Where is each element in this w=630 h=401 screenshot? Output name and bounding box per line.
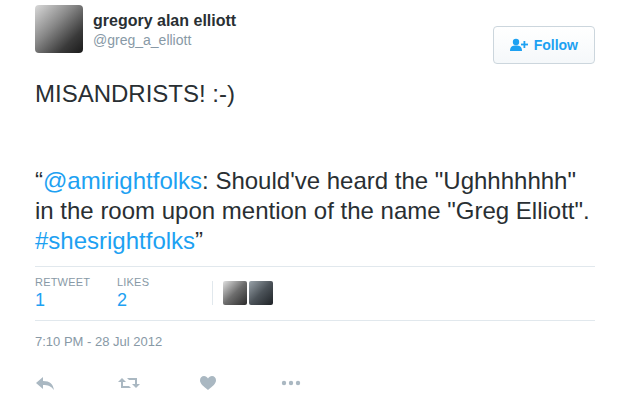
tweet-text-segment: “ (35, 167, 43, 194)
stat-count: 1 (35, 289, 117, 311)
liker-avatars (212, 281, 273, 305)
more-button[interactable] (281, 375, 363, 391)
mention-link[interactable]: @amirightfolks (43, 167, 202, 194)
tweet-header: gregory alan elliott@greg_a_elliott Follo… (35, 4, 595, 64)
tweet-paragraph: “@amirightfolks: Should've heard the "Ug… (35, 166, 600, 256)
stat-item[interactable]: RETWEET1 (35, 275, 117, 311)
user-info: gregory alan elliott@greg_a_elliott (93, 4, 483, 49)
heart-icon (199, 375, 217, 391)
reply-icon (35, 375, 55, 391)
retweet-button[interactable] (117, 375, 199, 391)
separator (35, 320, 595, 321)
separator (35, 266, 595, 267)
tweet-text-segment: MISANDRISTS! :-) (35, 80, 235, 107)
retweet-icon (117, 375, 141, 391)
tweet-text-segment: ” (195, 227, 203, 254)
timestamp: 7:10 PM - 28 Jul 2012 (35, 321, 595, 350)
tweet-paragraph: MISANDRISTS! :-) (35, 79, 600, 109)
stat-label: LIKES (117, 275, 199, 289)
tweet-stats: RETWEET1LIKES2 (35, 267, 595, 320)
hashtag-link[interactable]: #shesrightfolks (35, 227, 195, 254)
stat-label: RETWEET (35, 275, 117, 289)
user-avatar[interactable] (35, 5, 83, 53)
stat-count: 2 (117, 289, 199, 311)
user-handle[interactable]: @greg_a_elliott (93, 31, 483, 49)
more-icon (281, 380, 301, 386)
tweet-actions (35, 375, 595, 391)
follow-label: Follow (534, 37, 578, 53)
tweet-text: MISANDRISTS! :-) “@amirightfolks: Should'… (35, 79, 600, 256)
follow-button[interactable]: Follow (493, 26, 595, 64)
reply-button[interactable] (35, 375, 117, 391)
liker-avatar[interactable] (223, 281, 247, 305)
stat-item[interactable]: LIKES2 (117, 275, 199, 311)
like-button[interactable] (199, 375, 281, 391)
add-user-icon (510, 38, 528, 52)
user-name[interactable]: gregory alan elliott (93, 11, 483, 31)
liker-avatar[interactable] (249, 281, 273, 305)
